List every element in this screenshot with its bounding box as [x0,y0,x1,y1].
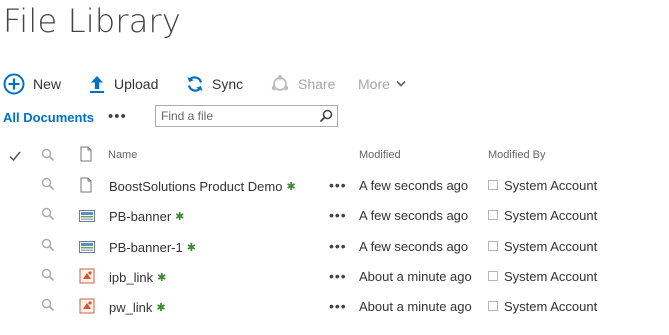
column-header-modified-by[interactable]: Modified By [488,149,545,161]
sync-icon [186,75,204,93]
table-row[interactable]: pw_link ✱ ••• About a minute ago System A… [0,292,669,322]
item-menu-button[interactable]: ••• [329,298,347,314]
table-row[interactable]: PB-banner-1 ✱ ••• A few seconds ago Syste… [0,232,669,262]
file-name-link[interactable]: pw_link ✱ [109,300,166,315]
list-header: Name Modified Modified By [0,144,669,168]
file-name-link[interactable]: PB-banner-1 ✱ [109,240,196,255]
preview-magnifier-icon[interactable] [41,298,55,317]
share-button[interactable]: Share [270,68,335,100]
chevron-down-icon [396,80,406,88]
modified-cell: A few seconds ago [359,239,469,254]
more-label: More [358,76,390,92]
file-name-link[interactable]: BoostSolutions Product Demo ✱ [109,179,296,194]
new-item-icon: ✱ [186,242,196,254]
share-icon [270,74,290,94]
more-button[interactable]: More [358,68,406,100]
new-label: New [33,76,62,92]
search-icon[interactable] [319,109,333,128]
page-title: File Library [3,2,182,40]
table-row[interactable]: PB-banner ✱ ••• A few seconds ago System … [0,201,669,231]
modified-cell: A few seconds ago [359,208,469,223]
modified-by-cell[interactable]: System Account [488,208,597,223]
file-name-link[interactable]: ipb_link ✱ [109,270,166,285]
presence-indicator-icon [488,271,498,281]
view-bar: All Documents ••• [0,104,669,132]
preview-magnifier-icon[interactable] [41,207,55,226]
modified-by-cell[interactable]: System Account [488,269,597,284]
new-item-icon: ✱ [286,181,296,193]
column-header-modified[interactable]: Modified [359,149,401,161]
new-item-icon: ✱ [157,272,167,284]
link-icon [79,298,95,319]
search-box [155,105,338,127]
modified-by-cell[interactable]: System Account [488,178,597,193]
item-menu-button[interactable]: ••• [329,268,347,284]
select-all-check-icon[interactable] [9,149,21,167]
link-icon [79,268,95,289]
image-icon [79,209,95,227]
presence-indicator-icon [488,301,498,311]
sync-button[interactable]: Sync [186,68,243,100]
search-input[interactable] [156,107,311,125]
presence-indicator-icon [488,210,498,220]
document-icon [80,177,92,198]
upload-label: Upload [114,76,159,92]
preview-magnifier-icon[interactable] [41,238,55,257]
modified-by-cell[interactable]: System Account [488,239,597,254]
modified-cell: About a minute ago [359,299,472,314]
column-header-name[interactable]: Name [108,149,137,161]
item-menu-button[interactable]: ••• [329,207,347,223]
file-type-icon [80,146,92,167]
view-all-documents[interactable]: All Documents [3,110,94,125]
sync-label: Sync [212,76,244,92]
preview-magnifier-icon[interactable] [41,268,55,287]
new-button[interactable]: New [3,68,61,100]
upload-icon [88,74,106,94]
upload-button[interactable]: Upload [88,68,158,100]
file-name-link[interactable]: PB-banner ✱ [109,209,184,224]
modified-by-cell[interactable]: System Account [488,299,597,314]
preview-magnifier-icon [41,148,55,167]
modified-cell: About a minute ago [359,269,472,284]
plus-circle-icon [3,73,25,95]
preview-magnifier-icon[interactable] [41,177,55,196]
table-row[interactable]: ipb_link ✱ ••• About a minute ago System … [0,262,669,292]
new-item-icon: ✱ [156,302,166,314]
item-menu-button[interactable]: ••• [329,238,347,254]
modified-cell: A few seconds ago [359,178,469,193]
presence-indicator-icon [488,241,498,251]
view-options-button[interactable]: ••• [108,108,127,125]
item-menu-button[interactable]: ••• [329,177,347,193]
command-bar: New Upload Sync Share More [0,68,669,100]
new-item-icon: ✱ [175,211,185,223]
presence-indicator-icon [488,180,498,190]
image-icon [79,240,95,258]
table-row[interactable]: BoostSolutions Product Demo ✱ ••• A few s… [0,171,669,201]
share-label: Share [298,76,336,92]
